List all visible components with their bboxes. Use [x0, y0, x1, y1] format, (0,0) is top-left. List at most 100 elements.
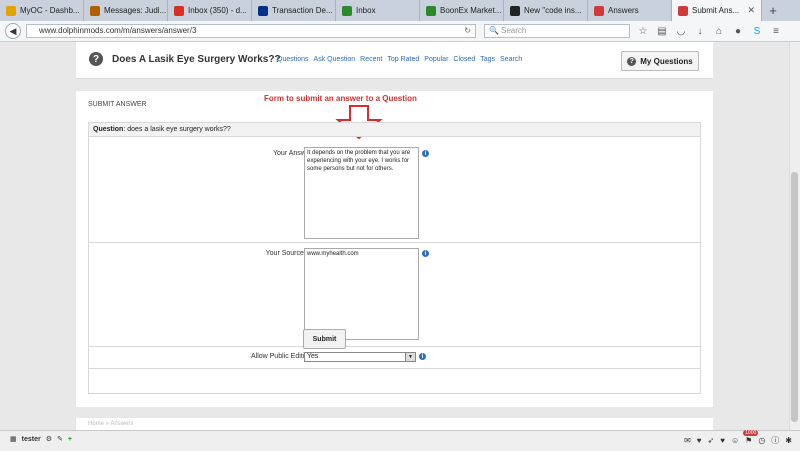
page-header: ? Does A Lasik Eye Surgery Works?? Quest…: [76, 42, 713, 79]
nav-link[interactable]: Tags: [480, 56, 495, 63]
info-icon[interactable]: i: [419, 353, 426, 360]
tab-label: Answers: [608, 6, 639, 15]
page-content: ? Does A Lasik Eye Surgery Works?? Quest…: [76, 42, 713, 407]
info-icon[interactable]: ⓘ: [771, 435, 779, 446]
chevron-down-icon: ▼: [405, 353, 415, 361]
tab-label: Inbox (350) - d...: [188, 6, 247, 15]
info-icon[interactable]: i: [422, 250, 429, 257]
section-label: Submit answer: [88, 101, 147, 108]
edit-icon[interactable]: ✎: [57, 435, 63, 443]
answers-nav: Questions Ask Question Recent Top Rated Popu…: [277, 56, 522, 63]
bird-icon[interactable]: ➶: [708, 436, 715, 445]
home-icon[interactable]: ⌂: [712, 24, 726, 38]
nav-link[interactable]: Top Rated: [387, 56, 419, 63]
code-icon: [510, 5, 520, 16]
mail-folder-icon: [90, 5, 100, 16]
question-icon: ?: [627, 56, 637, 66]
oo-icon: [342, 5, 352, 16]
source-textarea[interactable]: www.myhealth.com: [304, 248, 419, 340]
wrench-icon[interactable]: ✱: [785, 436, 792, 445]
browser-tab[interactable]: Transaction De...: [252, 0, 336, 21]
browser-tab[interactable]: Answers: [588, 0, 672, 21]
skype-icon[interactable]: S: [750, 24, 764, 38]
user-name[interactable]: tester: [22, 436, 41, 443]
answers-icon: [594, 5, 604, 16]
answer-form: Question: does a lasik eye surgery works…: [88, 122, 701, 394]
my-questions-label: My Questions: [640, 56, 693, 66]
toolbar-icons: ☆ ▤ ◡ ↓ ⌂ ● S ≡: [636, 24, 783, 38]
browser-tab[interactable]: Inbox: [336, 0, 420, 21]
notification-count: 1000: [743, 430, 759, 436]
chat-icon[interactable]: ●: [731, 24, 745, 38]
question-text: : does a lasik eye surgery works??: [123, 126, 231, 133]
search-placeholder: Search: [501, 26, 527, 35]
browser-tab[interactable]: Inbox (350) - d...: [168, 0, 252, 21]
header-gap: [76, 79, 713, 91]
reload-icon[interactable]: ↻: [464, 25, 471, 37]
nav-link[interactable]: Ask Question: [314, 56, 356, 63]
tab-label: Submit Ans...: [692, 6, 740, 15]
browser-tab[interactable]: New "code ins...: [504, 0, 588, 21]
search-box[interactable]: 🔍 Search: [484, 24, 630, 38]
info-icon[interactable]: i: [422, 150, 429, 157]
search-icon: 🔍: [489, 26, 499, 35]
tab-label: BoonEx Market...: [440, 6, 502, 15]
page-title: Does A Lasik Eye Surgery Works??: [112, 54, 281, 65]
question-icon: ?: [89, 52, 103, 66]
answers-icon: [678, 5, 688, 16]
browser-tab[interactable]: BoonEx Market...: [420, 0, 504, 21]
tab-label: Messages: Judi...: [104, 6, 167, 15]
close-tab-icon[interactable]: ✕: [747, 5, 755, 16]
nav-link[interactable]: Questions: [277, 56, 309, 63]
people-icon[interactable]: ☺: [731, 436, 739, 445]
back-button[interactable]: ◀: [5, 23, 21, 39]
heart-icon[interactable]: ♥: [697, 436, 702, 445]
bookmark-star-icon[interactable]: ☆: [636, 24, 650, 38]
menu-icon[interactable]: ≡: [769, 24, 783, 38]
browser-nav-bar: ◀ www.dolphinmods.com/m/answers/answer/3…: [0, 21, 800, 42]
add-icon[interactable]: +: [68, 436, 72, 443]
submit-button[interactable]: Submit: [303, 329, 346, 349]
pocket-icon[interactable]: ◡: [674, 24, 688, 38]
answer-row: Your Answer: It depends on the problem t…: [89, 137, 700, 243]
bottom-right-tools: ✉ ♥ ➶ ♥ ☺ ⚑ 1000 ◷ ⓘ ✱: [684, 430, 792, 446]
url-bar[interactable]: www.dolphinmods.com/m/answers/answer/3 ↻: [26, 24, 476, 38]
scrollbar-thumb[interactable]: [791, 172, 798, 422]
editing-row: Allow Public Editing: Yes ▼ i: [89, 347, 700, 369]
nav-link[interactable]: Search: [500, 56, 522, 63]
star-icon: [6, 5, 16, 16]
nav-link[interactable]: Closed: [453, 56, 475, 63]
tab-label: New "code ins...: [524, 6, 582, 15]
notifications-icon[interactable]: ⚑ 1000: [743, 430, 759, 445]
heart-icon[interactable]: ♥: [720, 436, 725, 445]
new-tab-button[interactable]: +: [762, 0, 784, 21]
mail-icon[interactable]: ✉: [684, 436, 691, 445]
browser-tab[interactable]: MyOC - Dashb...: [0, 0, 84, 21]
paypal-icon: [258, 5, 268, 16]
tab-label: MyOC - Dashb...: [20, 6, 80, 15]
browser-tab[interactable]: Submit Ans... ✕: [672, 0, 762, 21]
answer-textarea[interactable]: It depends on the problem that you are e…: [304, 147, 419, 239]
reading-list-icon[interactable]: ▤: [655, 24, 669, 38]
my-questions-button[interactable]: ? My Questions: [621, 51, 699, 71]
download-icon[interactable]: ↓: [693, 24, 707, 38]
question-label: Question: [93, 126, 124, 133]
bottom-left-tools: ▦ tester ⚙ ✎ +: [10, 435, 72, 444]
scrollbar[interactable]: [789, 42, 800, 430]
browser-tab-bar: MyOC - Dashb... Messages: Judi... Inbox (3…: [0, 0, 800, 22]
bottom-toolbar: ▦ tester ⚙ ✎ + ✉ ♥ ➶ ♥ ☺ ⚑ 1000 ◷ ⓘ ✱: [0, 430, 800, 451]
url-text: www.dolphinmods.com/m/answers/answer/3: [39, 26, 197, 35]
tab-label: Transaction De...: [272, 6, 333, 15]
boonex-icon: [426, 5, 436, 16]
annotation-text: Form to submit an answer to a Question: [264, 94, 417, 103]
nav-link[interactable]: Popular: [424, 56, 448, 63]
tab-label: Inbox: [356, 6, 376, 15]
question-row: Question: does a lasik eye surgery works…: [89, 123, 700, 137]
gear-icon[interactable]: ⚙: [46, 435, 52, 443]
gmail-icon: [174, 5, 184, 16]
grid-icon[interactable]: ▦: [10, 435, 17, 443]
nav-link[interactable]: Recent: [360, 56, 382, 63]
browser-tab[interactable]: Messages: Judi...: [84, 0, 168, 21]
public-editing-select[interactable]: Yes ▼: [304, 352, 416, 362]
clock-icon[interactable]: ◷: [758, 436, 765, 445]
